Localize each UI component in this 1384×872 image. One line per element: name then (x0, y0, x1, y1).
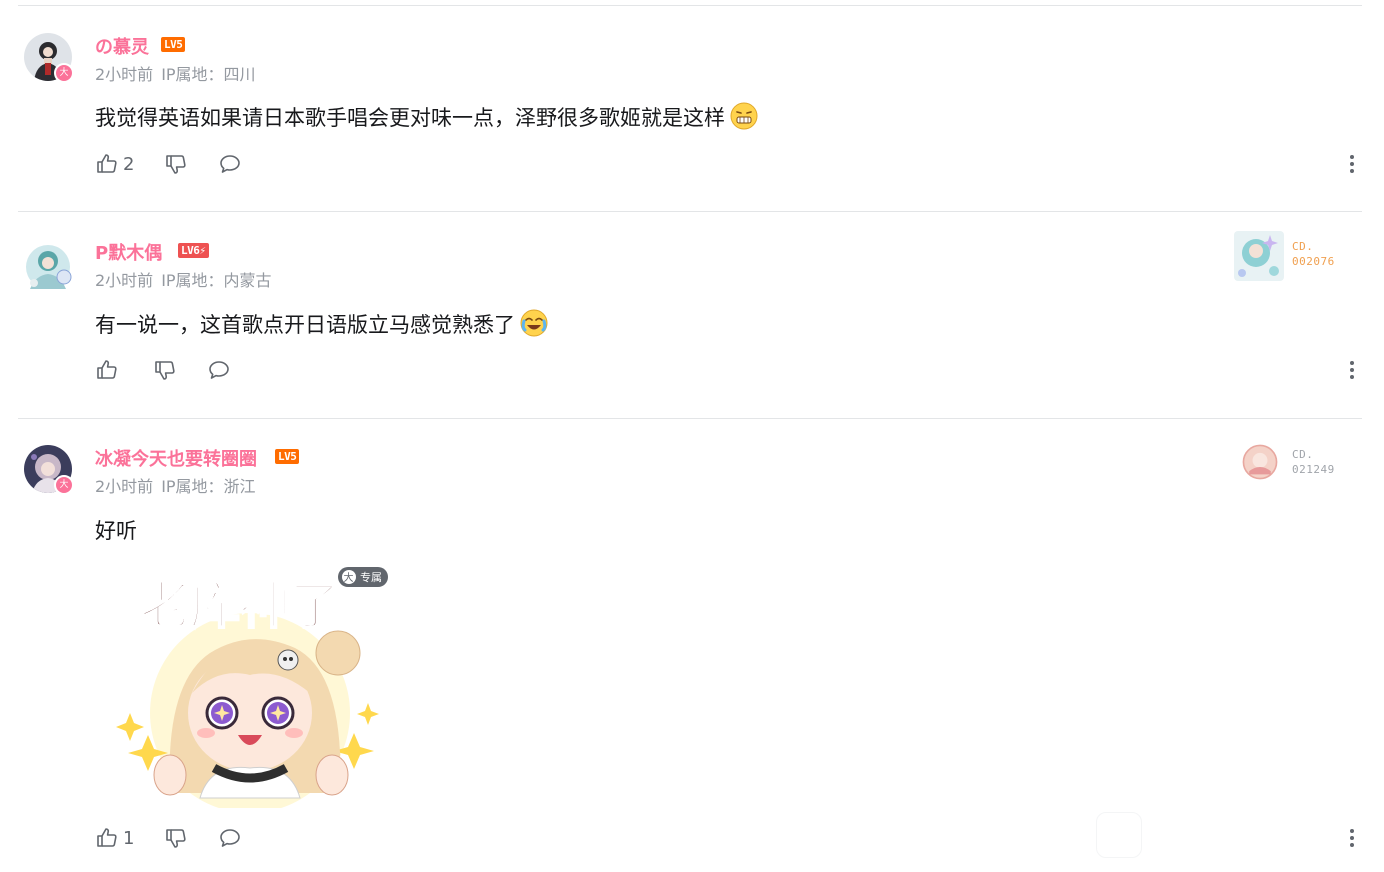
reply-button[interactable] (218, 826, 242, 850)
reply-bubble-icon (209, 361, 229, 379)
comment-actions: 1 (95, 825, 272, 851)
thumbs-up-icon (97, 360, 117, 379)
username[interactable]: の慕灵 (95, 33, 149, 59)
comment-text: 好听 (95, 519, 137, 543)
crying-laugh-emoji-icon (520, 309, 548, 337)
comment-actions: 2 (95, 151, 272, 177)
like-button[interactable]: 1 (95, 826, 134, 850)
fan-card-image (1242, 444, 1278, 480)
reply-button[interactable] (207, 358, 231, 382)
dislike-button[interactable] (164, 826, 188, 850)
fan-card-label: CD. (1292, 240, 1314, 253)
ip-location: IP属地：四川 (161, 65, 256, 84)
fan-card-image (1234, 231, 1284, 281)
avatar[interactable]: 大 (24, 445, 74, 495)
sticker-tag-icon: 大 (344, 571, 354, 584)
fan-card[interactable]: CD. 002076 (1230, 225, 1335, 283)
more-vertical-icon (1350, 829, 1354, 833)
comment-meta: 2小时前 IP属地：浙江 (95, 473, 264, 497)
more-options-button[interactable] (1348, 359, 1356, 381)
comment-text: 我觉得英语如果请日本歌手唱会更对味一点，泽野很多歌姬就是这样 (95, 106, 725, 130)
username[interactable]: P默木偶 (95, 239, 162, 265)
thumbs-down-icon (155, 361, 175, 380)
ip-location: IP属地：浙江 (161, 477, 256, 496)
grimace-emoji-icon (730, 102, 758, 130)
more-options-button[interactable] (1348, 153, 1356, 175)
username[interactable]: 冰凝今天也要转圈圈 (95, 445, 257, 471)
fan-card[interactable]: CD. 021249 (1236, 438, 1335, 486)
comment-content: 我觉得英语如果请日本歌手唱会更对味一点，泽野很多歌姬就是这样 (95, 101, 759, 132)
more-vertical-icon (1350, 361, 1354, 365)
fan-card-number: 002076 (1292, 255, 1335, 268)
ip-location: IP属地：内蒙古 (161, 271, 272, 290)
comment-text: 有一说一，这首歌点开日语版立马感觉熟悉了 (95, 313, 515, 337)
comment-content: 有一说一，这首歌点开日语版立马感觉熟悉了 (95, 308, 549, 339)
level-badge: LV5 (161, 37, 186, 52)
comment-item: 大 の慕灵 LV5 2小时前 IP属地：四川 我觉得英语如果请日本歌手唱会更对味一… (0, 0, 1384, 211)
comment-actions (95, 357, 261, 383)
comment-time: 2小时前 (95, 271, 154, 290)
sticker-image[interactable]: 老库神了 大 专属 (110, 563, 390, 813)
level-badge: LV5 (275, 449, 300, 464)
sticker-tag: 专属 (360, 570, 382, 584)
avatar[interactable] (18, 239, 78, 299)
fan-card-label: CD. (1292, 448, 1314, 461)
thumbs-up-icon (97, 154, 117, 173)
fan-card-number: 021249 (1292, 463, 1335, 476)
comment-content: 好听 (95, 515, 137, 545)
avatar[interactable]: 大 (24, 33, 74, 83)
thumbs-down-icon (166, 829, 187, 848)
reply-bubble-icon (220, 155, 241, 173)
like-count: 2 (123, 153, 135, 175)
vip-badge: 大 (54, 475, 74, 495)
reply-button[interactable] (218, 152, 242, 176)
thumbs-up-icon (97, 828, 117, 847)
thumbs-down-icon (166, 155, 187, 174)
like-button[interactable]: 2 (95, 152, 134, 176)
comment-meta: 2小时前 IP属地：内蒙古 (95, 267, 280, 291)
dislike-button[interactable] (153, 358, 177, 382)
comment-item: P默木偶 LV6⚡ 2小时前 IP属地：内蒙古 有一说一，这首歌点开日语版立马感觉… (0, 211, 1384, 418)
like-count: 1 (123, 827, 135, 849)
comment-time: 2小时前 (95, 65, 154, 84)
dislike-button[interactable] (164, 152, 188, 176)
like-button[interactable] (95, 358, 123, 382)
more-options-button[interactable] (1348, 827, 1356, 849)
reply-bubble-icon (220, 829, 241, 847)
level-badge: LV6⚡ (178, 243, 209, 258)
watermark (1096, 812, 1142, 858)
comment-meta: 2小时前 IP属地：四川 (95, 61, 264, 85)
comment-time: 2小时前 (95, 477, 154, 496)
more-vertical-icon (1350, 155, 1354, 159)
sticker-caption: 老库神了 (140, 577, 340, 635)
vip-badge: 大 (54, 63, 74, 83)
